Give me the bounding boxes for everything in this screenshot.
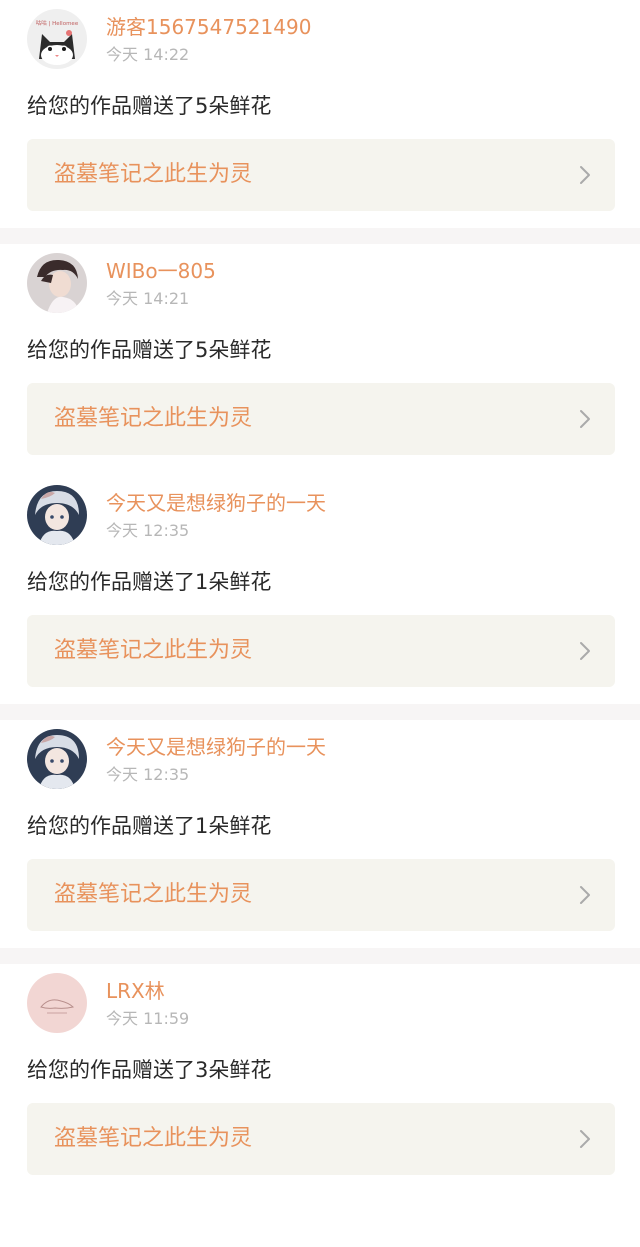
avatar[interactable] <box>27 973 87 1033</box>
work-title: 盗墓笔记之此生为灵 <box>54 1126 253 1151</box>
notification-item: 咕咕 | Hellomee 游客1567547521490 今天 14:22 给… <box>0 0 640 228</box>
work-link-card[interactable]: 盗墓笔记之此生为灵 <box>27 615 615 687</box>
pink-logo-avatar-icon <box>27 973 87 1033</box>
timestamp: 今天 14:22 <box>106 45 190 64</box>
avatar[interactable] <box>27 253 87 313</box>
username[interactable]: 今天又是想绿狗子的一天 <box>106 488 326 518</box>
notification-feed: 咕咕 | Hellomee 游客1567547521490 今天 14:22 给… <box>0 0 640 1192</box>
notification-item: 今天又是想绿狗子的一天 今天 12:35 给您的作品赠送了1朵鲜花 盗墓笔记之此… <box>0 720 640 948</box>
gift-message: 给您的作品赠送了1朵鲜花 <box>27 814 272 838</box>
username[interactable]: 今天又是想绿狗子的一天 <box>106 732 326 762</box>
work-link-card[interactable]: 盗墓笔记之此生为灵 <box>27 859 615 931</box>
work-title: 盗墓笔记之此生为灵 <box>54 638 253 663</box>
timestamp: 今天 12:35 <box>106 521 190 540</box>
gift-message: 给您的作品赠送了5朵鲜花 <box>27 338 272 362</box>
chevron-right-icon <box>580 166 590 184</box>
chevron-right-icon <box>580 642 590 660</box>
item-separator <box>0 704 640 720</box>
notification-item: WIBo一805 今天 14:21 给您的作品赠送了5朵鲜花 盗墓笔记之此生为灵 <box>0 244 640 472</box>
work-link-card[interactable]: 盗墓笔记之此生为灵 <box>27 139 615 211</box>
item-separator <box>0 948 640 964</box>
avatar[interactable]: 咕咕 | Hellomee <box>27 9 87 69</box>
timestamp: 今天 14:21 <box>106 289 190 308</box>
notification-item: LRX林 今天 11:59 给您的作品赠送了3朵鲜花 盗墓笔记之此生为灵 <box>0 964 640 1192</box>
username[interactable]: LRX林 <box>106 976 165 1006</box>
work-title: 盗墓笔记之此生为灵 <box>54 406 253 431</box>
illustrated-character-avatar-icon <box>27 485 87 545</box>
item-separator <box>0 228 640 244</box>
chevron-right-icon <box>580 1130 590 1148</box>
gift-message: 给您的作品赠送了5朵鲜花 <box>27 94 272 118</box>
work-link-card[interactable]: 盗墓笔记之此生为灵 <box>27 383 615 455</box>
chevron-right-icon <box>580 886 590 904</box>
work-title: 盗墓笔记之此生为灵 <box>54 882 253 907</box>
timestamp: 今天 12:35 <box>106 765 190 784</box>
username[interactable]: 游客1567547521490 <box>106 12 311 42</box>
illustrated-character-avatar-icon <box>27 729 87 789</box>
work-link-card[interactable]: 盗墓笔记之此生为灵 <box>27 1103 615 1175</box>
avatar[interactable] <box>27 485 87 545</box>
avatar-watermark: 咕咕 | Hellomee <box>36 19 79 27</box>
cat-avatar-icon: 咕咕 | Hellomee <box>27 9 87 69</box>
avatar[interactable] <box>27 729 87 789</box>
work-title: 盗墓笔记之此生为灵 <box>54 162 253 187</box>
username[interactable]: WIBo一805 <box>106 256 216 286</box>
chevron-right-icon <box>580 410 590 428</box>
timestamp: 今天 11:59 <box>106 1009 190 1028</box>
portrait-avatar-icon <box>27 253 87 313</box>
gift-message: 给您的作品赠送了1朵鲜花 <box>27 570 272 594</box>
gift-message: 给您的作品赠送了3朵鲜花 <box>27 1058 272 1082</box>
notification-item: 今天又是想绿狗子的一天 今天 12:35 给您的作品赠送了1朵鲜花 盗墓笔记之此… <box>0 476 640 704</box>
